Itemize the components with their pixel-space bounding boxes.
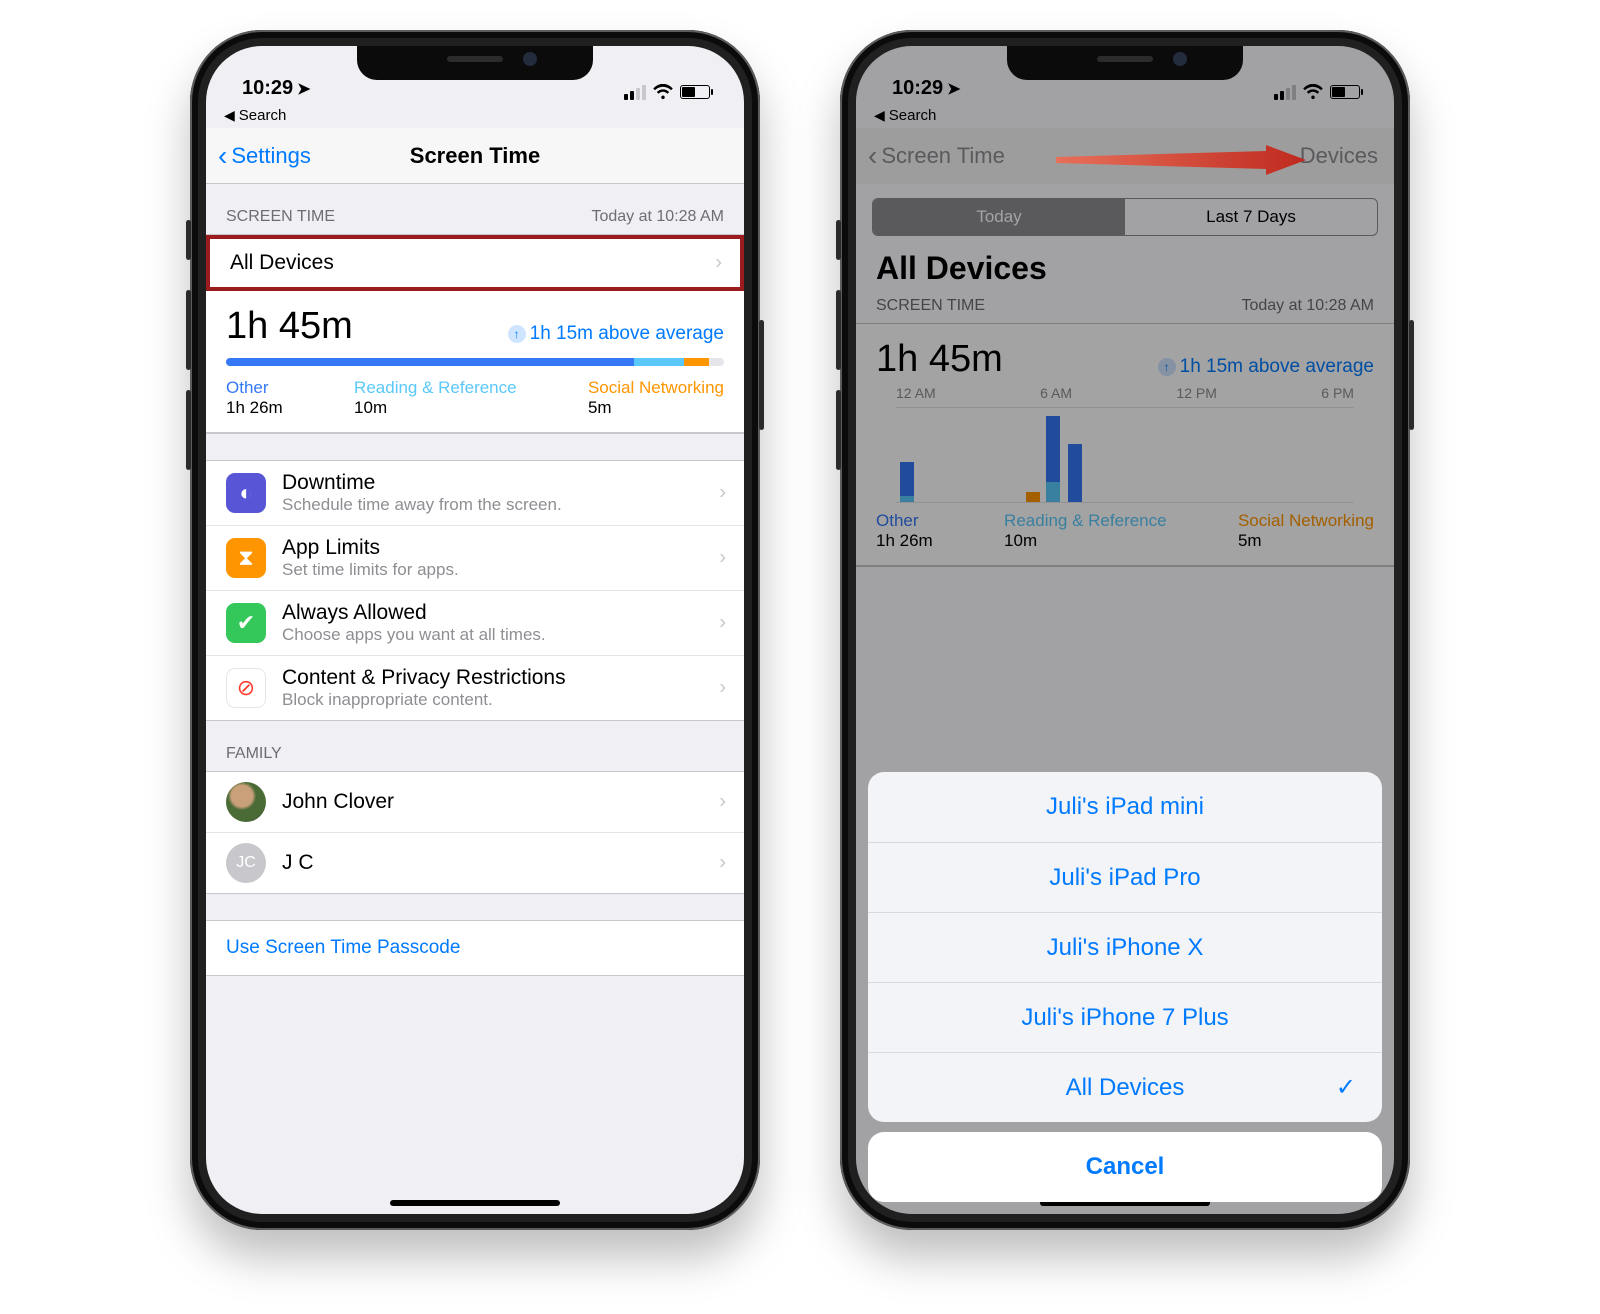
delta-above-average: ↑ 1h 15m above average — [508, 323, 724, 345]
avatar-photo — [226, 782, 266, 822]
back-button[interactable]: ‹ Settings — [218, 128, 311, 183]
cancel-button[interactable]: Cancel — [868, 1132, 1382, 1202]
chevron-right-icon: › — [719, 791, 726, 814]
arrow-up-icon: ↑ — [508, 325, 526, 343]
breadcrumb[interactable]: ◀ Search — [206, 102, 744, 128]
chevron-right-icon: › — [719, 612, 726, 635]
battery-icon — [680, 85, 710, 99]
total-time: 1h 45m — [226, 305, 353, 348]
chevron-right-icon: › — [719, 852, 726, 875]
nav-bar: ‹ Settings Screen Time — [206, 128, 744, 184]
check-icon: ✓ — [1336, 1073, 1356, 1102]
cellular-icon — [624, 85, 646, 100]
iphone-frame-left: 10:29 ➤ ◀ Search ‹ Settings Screen Time … — [190, 30, 760, 1230]
home-indicator[interactable] — [390, 1200, 560, 1206]
category-row: Other1h 26m Reading & Reference10m Socia… — [226, 378, 724, 418]
nav-title: Screen Time — [410, 143, 540, 169]
notch — [1007, 46, 1243, 80]
sheet-item[interactable]: Juli's iPad mini — [868, 772, 1382, 842]
status-time: 10:29 — [242, 77, 293, 100]
device-action-sheet: Juli's iPad mini Juli's iPad Pro Juli's … — [868, 772, 1382, 1202]
section-header-family: FAMILY — [206, 721, 744, 771]
family-member-row[interactable]: JC J C › — [206, 832, 744, 893]
use-passcode-link[interactable]: Use Screen Time Passcode — [206, 920, 744, 976]
sheet-item[interactable]: Juli's iPhone X — [868, 912, 1382, 982]
family-group: John Clover › JC J C › — [206, 771, 744, 894]
sheet-item[interactable]: Juli's iPhone 7 Plus — [868, 982, 1382, 1052]
location-icon: ➤ — [297, 79, 310, 99]
option-content-privacy[interactable]: ⊘ Content & Privacy RestrictionsBlock in… — [206, 655, 744, 720]
hourglass-icon: ⧗ — [226, 538, 266, 578]
breadcrumb-label: Search — [239, 107, 287, 124]
option-downtime[interactable]: ◐ DowntimeSchedule time away from the sc… — [206, 461, 744, 525]
option-always-allowed[interactable]: ✔ Always AllowedChoose apps you want at … — [206, 590, 744, 655]
family-member-row[interactable]: John Clover › — [206, 772, 744, 832]
sheet-item[interactable]: Juli's iPad Pro — [868, 842, 1382, 912]
chevron-right-icon: › — [719, 482, 726, 505]
section-header-screentime: SCREEN TIME Today at 10:28 AM — [206, 184, 744, 234]
chevron-right-icon: › — [719, 677, 726, 700]
chevron-left-icon: ‹ — [218, 142, 227, 170]
chevron-right-icon: › — [719, 547, 726, 570]
avatar-initials: JC — [226, 843, 266, 883]
wifi-icon — [652, 84, 674, 100]
usage-bar — [226, 358, 724, 366]
iphone-frame-right: 10:29 ➤ ◀ Search ‹ Screen Time Devices — [840, 30, 1410, 1230]
chevron-left-icon: ◀ — [224, 107, 235, 124]
check-icon: ✔ — [226, 603, 266, 643]
sheet-item-selected[interactable]: All Devices ✓ — [868, 1052, 1382, 1122]
options-group: ◐ DowntimeSchedule time away from the sc… — [206, 460, 744, 721]
option-app-limits[interactable]: ⧗ App LimitsSet time limits for apps. › — [206, 525, 744, 590]
downtime-icon: ◐ — [226, 473, 266, 513]
notch — [357, 46, 593, 80]
restrict-icon: ⊘ — [226, 668, 266, 708]
chevron-right-icon: › — [715, 252, 722, 275]
all-devices-row[interactable]: All Devices › — [206, 235, 744, 291]
usage-summary[interactable]: 1h 45m ↑ 1h 15m above average Other1h 26… — [206, 291, 744, 433]
